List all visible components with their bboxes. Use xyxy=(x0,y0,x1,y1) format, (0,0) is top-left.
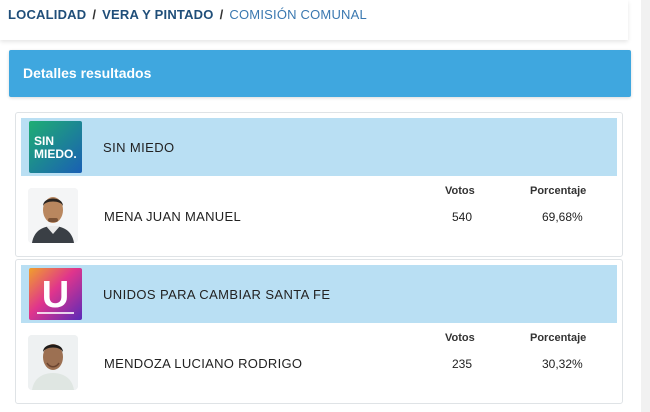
percent-header: Porcentaje xyxy=(530,185,587,197)
votes-value: 540 xyxy=(452,210,473,224)
top-bar: LOCALIDAD / VERA Y PINTADO / COMISIÓN COMUNA… xyxy=(0,0,628,40)
percent-header: Porcentaje xyxy=(530,332,587,344)
details-title: Detalles resultados xyxy=(23,65,152,81)
result-card: SIN MIEDO. SIN MIEDO MENA JUAN MANUEL Vo… xyxy=(15,112,623,257)
candidate-avatar xyxy=(28,188,78,243)
party-row: SIN MIEDO. SIN MIEDO xyxy=(21,118,617,176)
percent-value: 30,32% xyxy=(542,357,583,371)
candidate-name: MENDOZA LUCIANO RODRIGO xyxy=(104,356,303,371)
svg-text:SIN: SIN xyxy=(34,134,54,148)
page-scroll-gutter xyxy=(641,0,650,412)
svg-text:MIEDO.: MIEDO. xyxy=(34,147,77,161)
party-name: SIN MIEDO xyxy=(103,140,175,155)
breadcrumb-localidad[interactable]: LOCALIDAD xyxy=(8,7,86,22)
votes-header: Votos xyxy=(445,332,475,344)
result-card: U UNIDOS PARA CAMBIAR SANTA FE MENDOZA L… xyxy=(15,259,623,404)
breadcrumb-current: COMISIÓN COMUNAL xyxy=(229,7,367,22)
votes-header: Votos xyxy=(445,185,475,197)
candidate-avatar xyxy=(28,335,78,390)
breadcrumb-locality-name[interactable]: VERA Y PINTADO xyxy=(102,7,213,22)
votes-value: 235 xyxy=(452,357,473,371)
svg-text:U: U xyxy=(42,274,69,316)
party-row: U UNIDOS PARA CAMBIAR SANTA FE xyxy=(21,265,617,323)
percent-value: 69,68% xyxy=(542,210,583,224)
party-logo-unidos: U xyxy=(29,268,82,320)
breadcrumb: LOCALIDAD / VERA Y PINTADO / COMISIÓN COMUNA… xyxy=(8,7,367,22)
party-logo-sin-miedo: SIN MIEDO. xyxy=(29,121,82,173)
details-header: Detalles resultados xyxy=(9,50,631,97)
party-name: UNIDOS PARA CAMBIAR SANTA FE xyxy=(103,287,331,302)
candidate-name: MENA JUAN MANUEL xyxy=(104,209,241,224)
breadcrumb-separator: / xyxy=(219,7,224,22)
breadcrumb-separator: / xyxy=(92,7,97,22)
